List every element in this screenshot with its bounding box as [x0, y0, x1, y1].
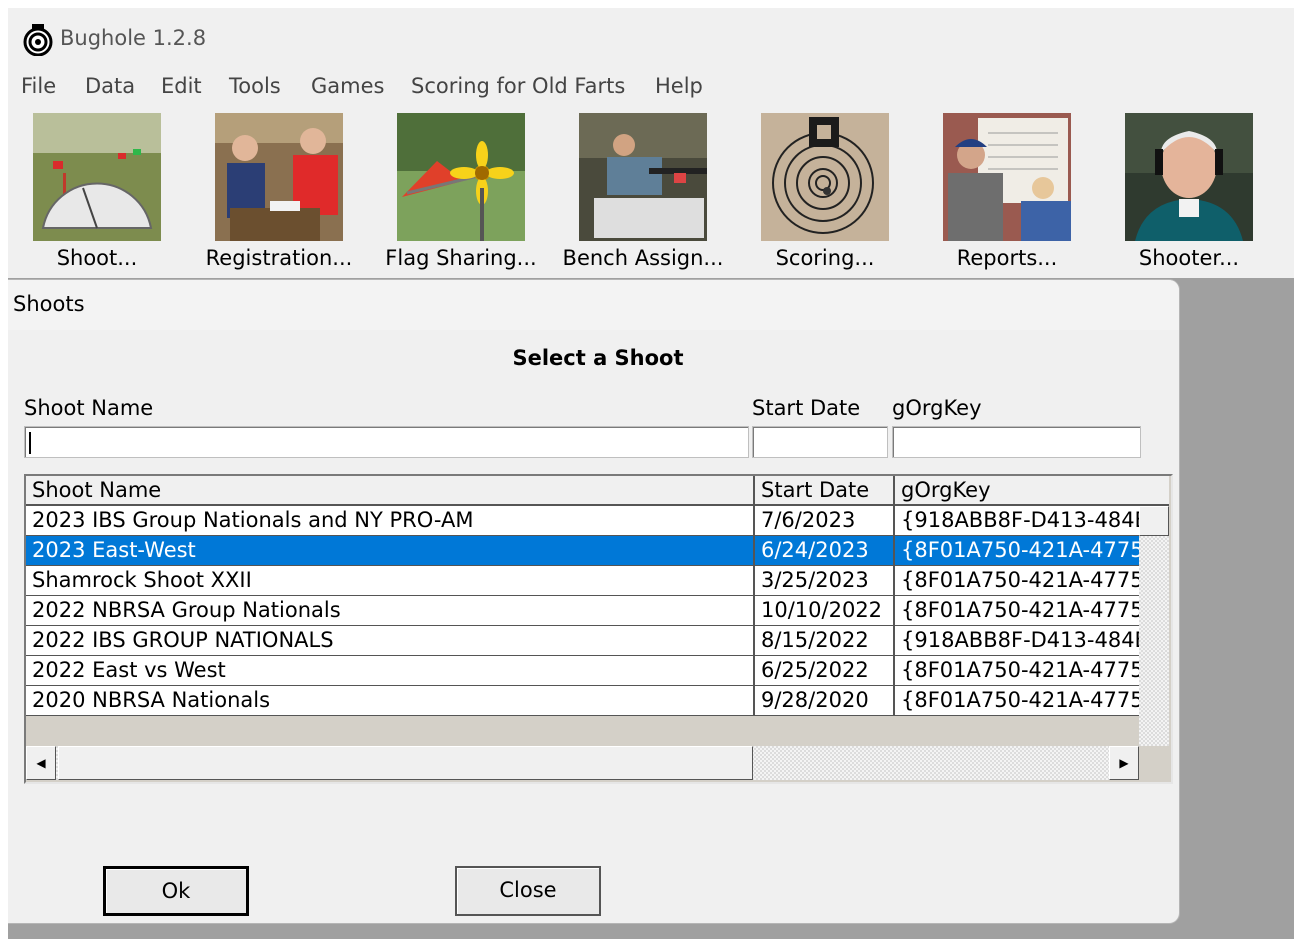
shoot-name-filter-input[interactable]	[24, 426, 749, 458]
column-header-start-date[interactable]: Start Date	[755, 476, 895, 506]
toolbar-shoot-label: Shoot...	[56, 246, 138, 270]
toolbar-bench-assign-button[interactable]: Bench Assign...	[553, 113, 733, 278]
toolbar-scoring-label: Scoring...	[775, 246, 875, 270]
cell-shoot-name: 2022 IBS GROUP NATIONALS	[26, 626, 755, 656]
cell-gorgkey: {8F01A750-421A-4775-A	[895, 596, 1139, 626]
target-app-icon	[23, 24, 53, 56]
column-header-shoot-name[interactable]: Shoot Name	[26, 476, 755, 506]
dialog-title-bar[interactable]: Shoots	[8, 280, 1179, 330]
dialog-heading: Select a Shoot	[512, 346, 684, 370]
app-title: Bughole 1.2.8	[60, 26, 207, 50]
title-bar[interactable]: Bughole 1.2.8	[8, 8, 1294, 68]
app-window: Bughole 1.2.8 File Data Edit Tools Games…	[8, 8, 1294, 939]
table-row[interactable]: 2022 East vs West 6/25/2022 {8F01A750-42…	[26, 656, 1139, 686]
table-row[interactable]: 2022 IBS GROUP NATIONALS 8/15/2022 {918A…	[26, 626, 1139, 656]
toolbar: Shoot... Registration... Flag Sharing...…	[8, 106, 1294, 278]
cell-start-date: 9/28/2020	[755, 686, 895, 716]
shooter-portrait-image	[1125, 113, 1253, 241]
cell-shoot-name: Shamrock Shoot XXII	[26, 566, 755, 596]
menu-bar: File Data Edit Tools Games Scoring for O…	[8, 68, 1294, 106]
toolbar-shooter-label: Shooter...	[1138, 246, 1240, 270]
ok-button[interactable]: Ok	[103, 866, 249, 916]
cell-gorgkey: {8F01A750-421A-4775-A	[895, 536, 1139, 566]
menu-data[interactable]: Data	[85, 74, 135, 98]
gorgkey-filter-label: gOrgKey	[892, 396, 982, 420]
cell-start-date: 8/15/2022	[755, 626, 895, 656]
horizontal-scrollbar[interactable]: ◀ ▶	[26, 746, 1139, 780]
cell-start-date: 10/10/2022	[755, 596, 895, 626]
cell-shoot-name: 2020 NBRSA Nationals	[26, 686, 755, 716]
close-button[interactable]: Close	[455, 866, 601, 916]
vertical-scrollbar[interactable]	[1139, 506, 1169, 746]
horizontal-scroll-thumb[interactable]	[58, 746, 753, 780]
toolbar-registration-button[interactable]: Registration...	[189, 113, 369, 278]
table-row[interactable]: 2022 NBRSA Group Nationals 10/10/2022 {8…	[26, 596, 1139, 626]
cell-gorgkey: {8F01A750-421A-4775-A	[895, 686, 1139, 716]
toolbar-scoring-button[interactable]: Scoring...	[735, 113, 915, 278]
menu-games[interactable]: Games	[311, 74, 384, 98]
text-caret	[29, 432, 31, 454]
shoots-dialog: Shoots Select a Shoot Shoot Name Start D…	[8, 280, 1179, 923]
toolbar-shoot-button[interactable]: Shoot...	[8, 113, 187, 278]
table-row[interactable]: Shamrock Shoot XXII 3/25/2023 {8F01A750-…	[26, 566, 1139, 596]
scroll-right-arrow-icon[interactable]: ▶	[1109, 746, 1139, 780]
cell-gorgkey: {8F01A750-421A-4775-A	[895, 656, 1139, 686]
reports-image	[943, 113, 1071, 241]
shoot-range-image	[33, 113, 161, 241]
toolbar-registration-label: Registration...	[205, 246, 353, 270]
cell-start-date: 6/24/2023	[755, 536, 895, 566]
toolbar-shooter-button[interactable]: Shooter...	[1099, 113, 1279, 278]
shoots-grid[interactable]: Shoot Name Start Date gOrgKey 2023 IBS G…	[24, 474, 1173, 784]
cell-shoot-name: 2023 IBS Group Nationals and NY PRO-AM	[26, 506, 755, 536]
menu-scoring-for-old-farts[interactable]: Scoring for Old Farts	[411, 74, 625, 98]
cell-shoot-name: 2022 East vs West	[26, 656, 755, 686]
bench-assign-image	[579, 113, 707, 241]
start-date-filter-label: Start Date	[752, 396, 861, 420]
cell-start-date: 6/25/2022	[755, 656, 895, 686]
cell-gorgkey: {918ABB8F-D413-484E-B	[895, 506, 1139, 536]
cell-start-date: 7/6/2023	[755, 506, 895, 536]
cell-gorgkey: {918ABB8F-D413-484E-B	[895, 626, 1139, 656]
table-row[interactable]: 2023 IBS Group Nationals and NY PRO-AM 7…	[26, 506, 1139, 536]
column-header-filler	[1139, 476, 1169, 506]
cell-shoot-name: 2022 NBRSA Group Nationals	[26, 596, 755, 626]
cell-gorgkey: {8F01A750-421A-4775-A	[895, 566, 1139, 596]
toolbar-reports-button[interactable]: Reports...	[917, 113, 1097, 278]
toolbar-bench-assign-label: Bench Assign...	[562, 246, 724, 270]
registration-image	[215, 113, 343, 241]
menu-edit[interactable]: Edit	[161, 74, 202, 98]
start-date-filter-input[interactable]	[752, 426, 888, 458]
table-row-selected[interactable]: 2023 East-West 6/24/2023 {8F01A750-421A-…	[26, 536, 1139, 566]
gorgkey-filter-input[interactable]	[892, 426, 1141, 458]
table-row[interactable]: 2020 NBRSA Nationals 9/28/2020 {8F01A750…	[26, 686, 1139, 716]
menu-tools[interactable]: Tools	[229, 74, 281, 98]
flag-sharing-image	[397, 113, 525, 241]
toolbar-flag-sharing-button[interactable]: Flag Sharing...	[371, 113, 551, 278]
scrollbar-corner	[1139, 746, 1169, 780]
shoot-name-filter-label: Shoot Name	[24, 396, 154, 420]
cell-shoot-name: 2023 East-West	[26, 536, 755, 566]
toolbar-reports-label: Reports...	[956, 246, 1058, 270]
toolbar-flag-sharing-label: Flag Sharing...	[385, 246, 537, 270]
cell-start-date: 3/25/2023	[755, 566, 895, 596]
scroll-left-arrow-icon[interactable]: ◀	[26, 746, 56, 780]
menu-help[interactable]: Help	[655, 74, 703, 98]
vertical-scroll-thumb[interactable]	[1139, 506, 1169, 536]
scoring-target-image	[761, 113, 889, 241]
dialog-title: Shoots	[13, 292, 85, 316]
menu-file[interactable]: File	[21, 74, 56, 98]
column-header-gorgkey[interactable]: gOrgKey	[895, 476, 1139, 506]
